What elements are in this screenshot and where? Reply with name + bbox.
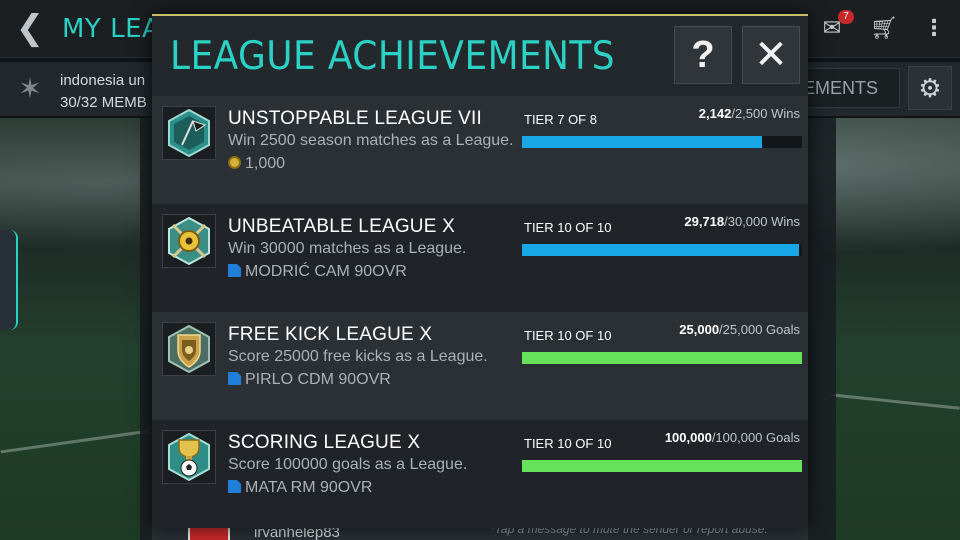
- achievements-button[interactable]: EMENTS: [800, 68, 900, 108]
- back-button[interactable]: ❮: [10, 6, 50, 50]
- achievement-description: Win 2500 season matches as a League.: [228, 132, 514, 149]
- achievement-reward: 1,000: [228, 155, 285, 173]
- progress-target: /30,000 Wins: [724, 214, 800, 229]
- shield-wreath-icon: [162, 322, 216, 376]
- reward-label: 1,000: [245, 155, 286, 172]
- league-members: 30/32 MEMB: [60, 94, 147, 111]
- cart-icon[interactable]: 🛒︎: [866, 10, 902, 46]
- progress-text: 2,142/2,500 Wins: [699, 106, 800, 121]
- progress-bar-fill: [522, 460, 802, 472]
- achievement-title: FREE KICK LEAGUE X: [228, 324, 433, 345]
- progress-target: /100,000 Goals: [711, 430, 800, 445]
- achievement-reward: PIRLO CDM 90OVR: [228, 371, 391, 389]
- achievement-reward: MODRIĆ CAM 90OVR: [228, 263, 407, 281]
- achievement-list[interactable]: UNSTOPPABLE LEAGUE VII Win 2500 season m…: [152, 96, 808, 528]
- achievement-row[interactable]: SCORING LEAGUE X Score 100000 goals as a…: [152, 420, 808, 528]
- mail-badge: 7: [838, 10, 854, 24]
- help-button[interactable]: ?: [674, 26, 732, 84]
- progress-text: 25,000/25,000 Goals: [679, 322, 800, 337]
- chat-panel-right: [808, 118, 836, 540]
- chat-panel-left: [140, 118, 152, 540]
- player-card-icon: [228, 372, 241, 385]
- progress-bar: [522, 244, 802, 256]
- achievement-title: UNBEATABLE LEAGUE X: [228, 216, 455, 237]
- achievement-row[interactable]: UNBEATABLE LEAGUE X Win 30000 matches as…: [152, 204, 808, 312]
- progress-bar-fill: [522, 352, 802, 364]
- achievement-title: UNSTOPPABLE LEAGUE VII: [228, 108, 482, 129]
- player-card-icon: [228, 264, 241, 277]
- progress-current: 100,000: [664, 430, 712, 445]
- hexagon-flag-icon: [162, 106, 216, 160]
- progress-current: 25,000: [679, 322, 720, 337]
- trophy-ball-icon: [162, 430, 216, 484]
- progress-bar: [522, 136, 802, 148]
- progress-bar: [522, 352, 802, 364]
- tier-label: TIER 10 OF 10: [524, 220, 612, 235]
- progress-target: /2,500 Wins: [731, 106, 800, 121]
- player-card-icon: [228, 480, 241, 493]
- progress-text: 100,000/100,000 Goals: [665, 430, 800, 445]
- reward-label: MODRIĆ CAM 90OVR: [245, 263, 407, 280]
- achievement-row[interactable]: UNSTOPPABLE LEAGUE VII Win 2500 season m…: [152, 96, 808, 204]
- progress-current: 2,142: [698, 106, 732, 121]
- reward-label: MATA RM 90OVR: [245, 479, 373, 496]
- more-icon[interactable]: ⋮: [916, 10, 952, 46]
- progress-current: 29,718: [684, 214, 725, 229]
- gear-icon[interactable]: ⚙: [908, 66, 952, 110]
- progress-bar: [522, 460, 802, 472]
- side-tab[interactable]: [0, 230, 18, 330]
- achievement-title: SCORING LEAGUE X: [228, 432, 421, 453]
- achievement-row[interactable]: FREE KICK LEAGUE X Score 25000 free kick…: [152, 312, 808, 420]
- achievement-reward: MATA RM 90OVR: [228, 479, 372, 497]
- league-crest-icon: ✶: [18, 73, 42, 104]
- achievement-description: Score 100000 goals as a League.: [228, 456, 468, 473]
- achievement-description: Win 30000 matches as a League.: [228, 240, 467, 257]
- crossed-swords-ball-icon: [162, 214, 216, 268]
- tier-label: TIER 10 OF 10: [524, 436, 612, 451]
- progress-bar-fill: [522, 136, 762, 148]
- tier-label: TIER 10 OF 10: [524, 328, 612, 343]
- coin-icon: [228, 156, 241, 169]
- modal-title: LEAGUE ACHIEVEMENTS: [170, 34, 616, 79]
- progress-bar-fill: [522, 244, 800, 256]
- reward-label: PIRLO CDM 90OVR: [245, 371, 391, 388]
- league-name: indonesia un: [60, 72, 146, 89]
- close-button[interactable]: ✕: [742, 26, 800, 84]
- progress-target: /25,000 Goals: [719, 322, 800, 337]
- progress-text: 29,718/30,000 Wins: [684, 214, 800, 229]
- league-achievements-modal: LEAGUE ACHIEVEMENTS ? ✕ UNSTOPPABLE LEAG…: [152, 14, 808, 528]
- achievement-description: Score 25000 free kicks as a League.: [228, 348, 488, 365]
- modal-header: LEAGUE ACHIEVEMENTS ? ✕: [152, 16, 808, 96]
- tier-label: TIER 7 OF 8: [524, 112, 597, 127]
